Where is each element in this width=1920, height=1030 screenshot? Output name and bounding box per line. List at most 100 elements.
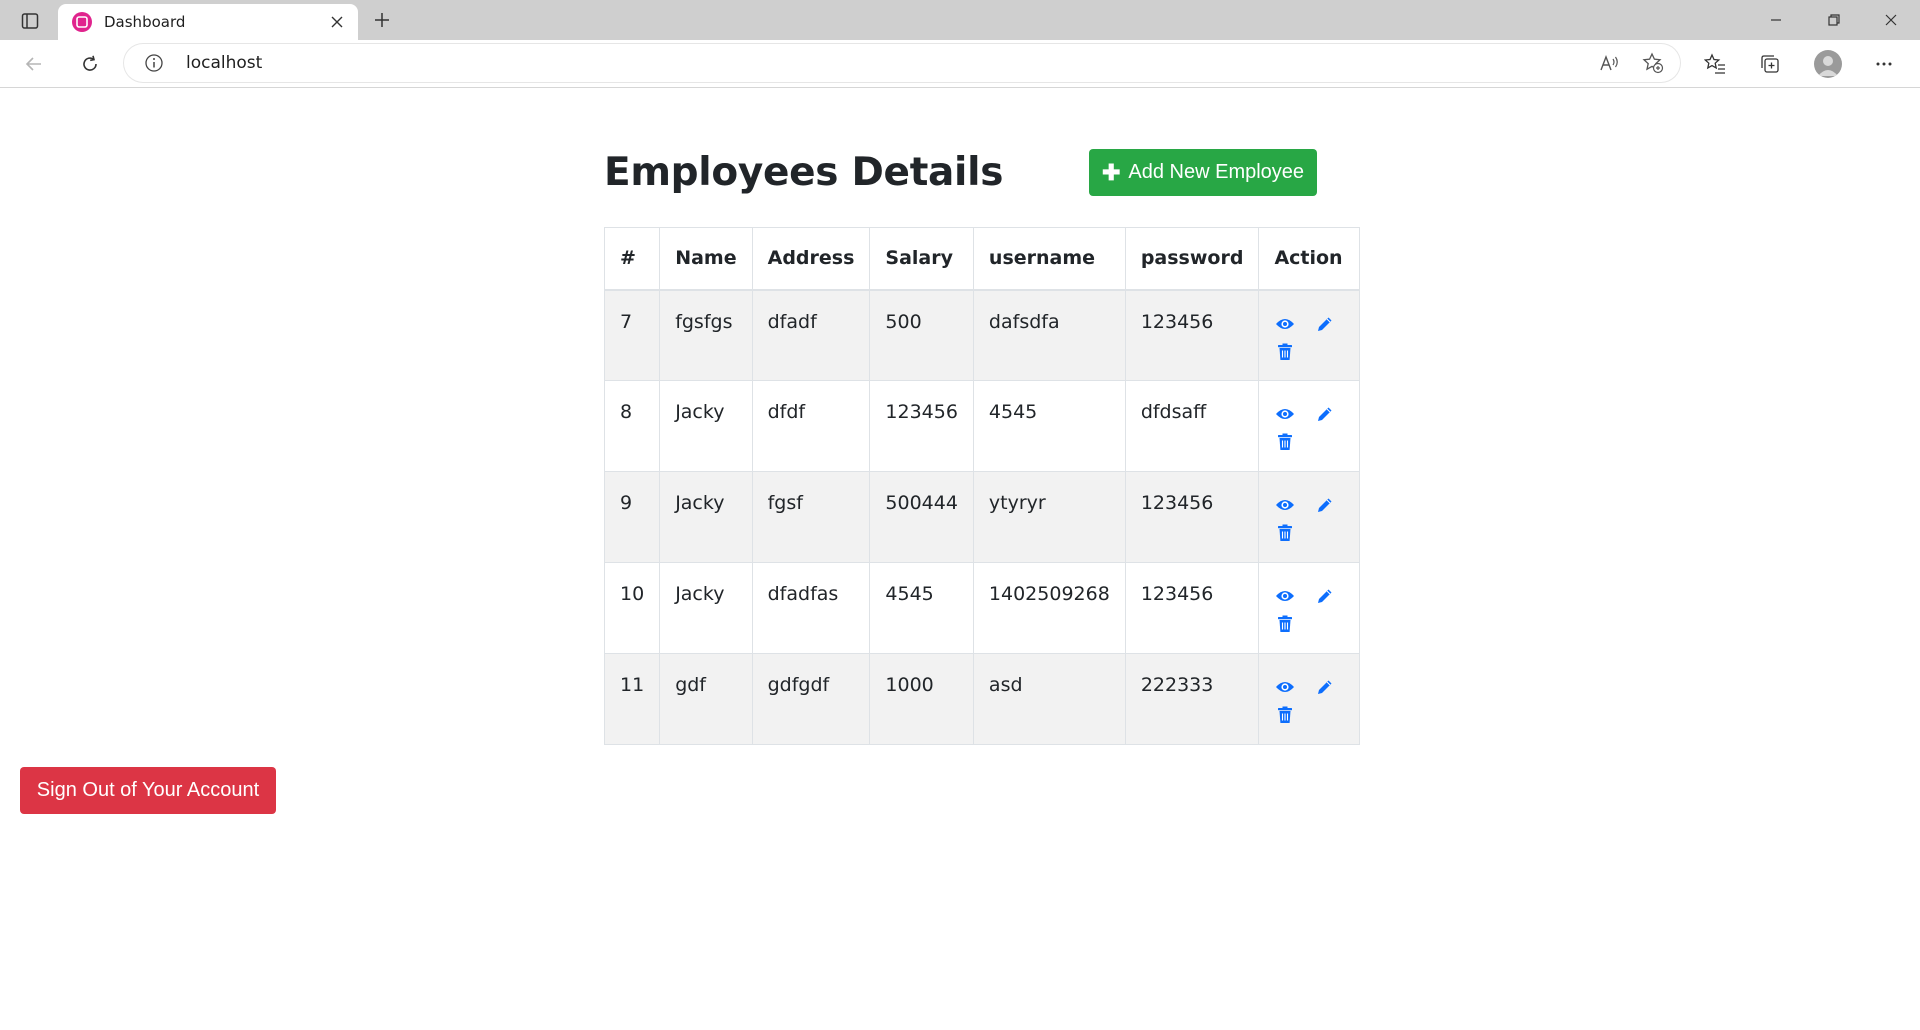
trash-icon[interactable] <box>1274 613 1296 635</box>
cell-salary: 500444 <box>869 471 974 563</box>
cell-actions <box>1258 653 1361 745</box>
trash-icon[interactable] <box>1274 431 1296 453</box>
new-tab-button[interactable] <box>366 5 398 35</box>
pencil-icon[interactable] <box>1314 403 1336 425</box>
eye-icon[interactable] <box>1274 403 1296 425</box>
table-row: 11 gdf gdfgdf 1000 asd 222333 <box>603 653 1361 745</box>
cell-address: gdfgdf <box>751 653 871 745</box>
header-password: password <box>1124 227 1260 291</box>
address-bar[interactable]: localhost <box>124 44 1680 82</box>
trash-icon[interactable] <box>1274 341 1296 363</box>
info-icon[interactable] <box>144 53 164 73</box>
restore-button[interactable] <box>1805 0 1863 40</box>
tab-close-icon[interactable] <box>326 11 348 33</box>
header-id: # <box>603 227 661 291</box>
header-salary: Salary <box>869 227 974 291</box>
header-name: Name <box>659 227 753 291</box>
table-header-row: # Name Address Salary username password … <box>603 227 1361 291</box>
close-window-button[interactable] <box>1862 0 1920 40</box>
plus-icon: ✚ <box>1101 159 1121 185</box>
cell-actions <box>1258 562 1361 654</box>
cell-name: gdf <box>659 653 753 745</box>
settings-more-button[interactable] <box>1866 46 1902 82</box>
add-employee-label: Add New Employee <box>1128 161 1305 183</box>
cell-salary: 4545 <box>869 562 974 654</box>
cell-id: 8 <box>603 380 661 472</box>
eye-icon[interactable] <box>1274 585 1296 607</box>
header-action: Action <box>1258 227 1361 291</box>
cell-address: dfdf <box>751 380 871 472</box>
cell-actions <box>1258 471 1361 563</box>
back-button[interactable] <box>16 46 52 82</box>
cell-salary: 500 <box>869 289 974 381</box>
page-title: Employees Details <box>604 150 1004 195</box>
plus-icon <box>375 13 389 27</box>
cell-username: dafsdfa <box>972 289 1126 381</box>
browser-toolbar: localhost <box>0 40 1920 88</box>
minimize-icon <box>1771 19 1781 21</box>
sign-out-button[interactable]: Sign Out of Your Account <box>20 767 276 814</box>
tab-actions-button[interactable] <box>12 6 48 36</box>
cell-address: dfadfas <box>751 562 871 654</box>
add-employee-button[interactable]: ✚ Add New Employee <box>1089 149 1317 196</box>
eye-icon[interactable] <box>1274 494 1296 516</box>
site-favicon-icon <box>72 12 92 32</box>
refresh-button[interactable] <box>72 46 108 82</box>
tab-actions-icon <box>21 13 39 29</box>
cell-actions <box>1258 289 1361 381</box>
favorites-list-icon <box>1704 53 1725 74</box>
restore-icon <box>1828 14 1840 26</box>
close-icon <box>1885 14 1897 26</box>
cell-password: 123456 <box>1124 471 1260 563</box>
pencil-icon[interactable] <box>1314 313 1336 335</box>
profile-avatar[interactable] <box>1814 50 1842 78</box>
table-row: 7 fgsfgs dfadf 500 dafsdfa 123456 <box>603 289 1361 381</box>
cell-actions <box>1258 380 1361 472</box>
cell-address: dfadf <box>751 289 871 381</box>
eye-icon[interactable] <box>1274 676 1296 698</box>
row-actions <box>1274 311 1344 363</box>
back-arrow-icon <box>25 57 41 71</box>
pencil-icon[interactable] <box>1314 585 1336 607</box>
cell-username: 1402509268 <box>972 562 1126 654</box>
cell-address: fgsf <box>751 471 871 563</box>
url-text: localhost <box>186 53 263 73</box>
eye-icon[interactable] <box>1274 313 1296 335</box>
cell-id: 10 <box>603 562 661 654</box>
cell-id: 11 <box>603 653 661 745</box>
browser-tab-bar: Dashboard <box>0 0 1920 40</box>
table-row: 10 Jacky dfadfas 4545 1402509268 123456 <box>603 562 1361 654</box>
employees-table: # Name Address Salary username password … <box>603 227 1361 745</box>
tab-title: Dashboard <box>104 13 186 31</box>
browser-tab[interactable]: Dashboard <box>58 4 358 40</box>
collections-icon <box>1761 55 1779 73</box>
pencil-icon[interactable] <box>1314 494 1336 516</box>
read-aloud-icon[interactable] <box>1598 52 1620 74</box>
trash-icon[interactable] <box>1274 704 1296 726</box>
trash-icon[interactable] <box>1274 522 1296 544</box>
more-icon <box>1876 62 1892 66</box>
cell-username: ytyryr <box>972 471 1126 563</box>
cell-id: 7 <box>603 289 661 381</box>
table-row: 9 Jacky fgsf 500444 ytyryr 123456 <box>603 471 1361 563</box>
table-row: 8 Jacky dfdf 123456 4545 dfdsaff <box>603 380 1361 472</box>
cell-username: asd <box>972 653 1126 745</box>
cell-salary: 123456 <box>869 380 974 472</box>
header-address: Address <box>751 227 871 291</box>
row-actions <box>1274 401 1344 453</box>
favorites-button[interactable] <box>1697 46 1733 82</box>
collections-button[interactable] <box>1752 46 1788 82</box>
pencil-icon[interactable] <box>1314 676 1336 698</box>
cell-salary: 1000 <box>869 653 974 745</box>
cell-name: Jacky <box>659 562 753 654</box>
header-username: username <box>972 227 1126 291</box>
row-actions <box>1274 583 1344 635</box>
refresh-icon <box>83 55 97 71</box>
cell-username: 4545 <box>972 380 1126 472</box>
cell-name: fgsfgs <box>659 289 753 381</box>
user-icon <box>1818 56 1838 76</box>
add-favorite-icon[interactable] <box>1642 52 1664 74</box>
cell-id: 9 <box>603 471 661 563</box>
cell-password: 123456 <box>1124 562 1260 654</box>
minimize-button[interactable] <box>1747 0 1805 40</box>
